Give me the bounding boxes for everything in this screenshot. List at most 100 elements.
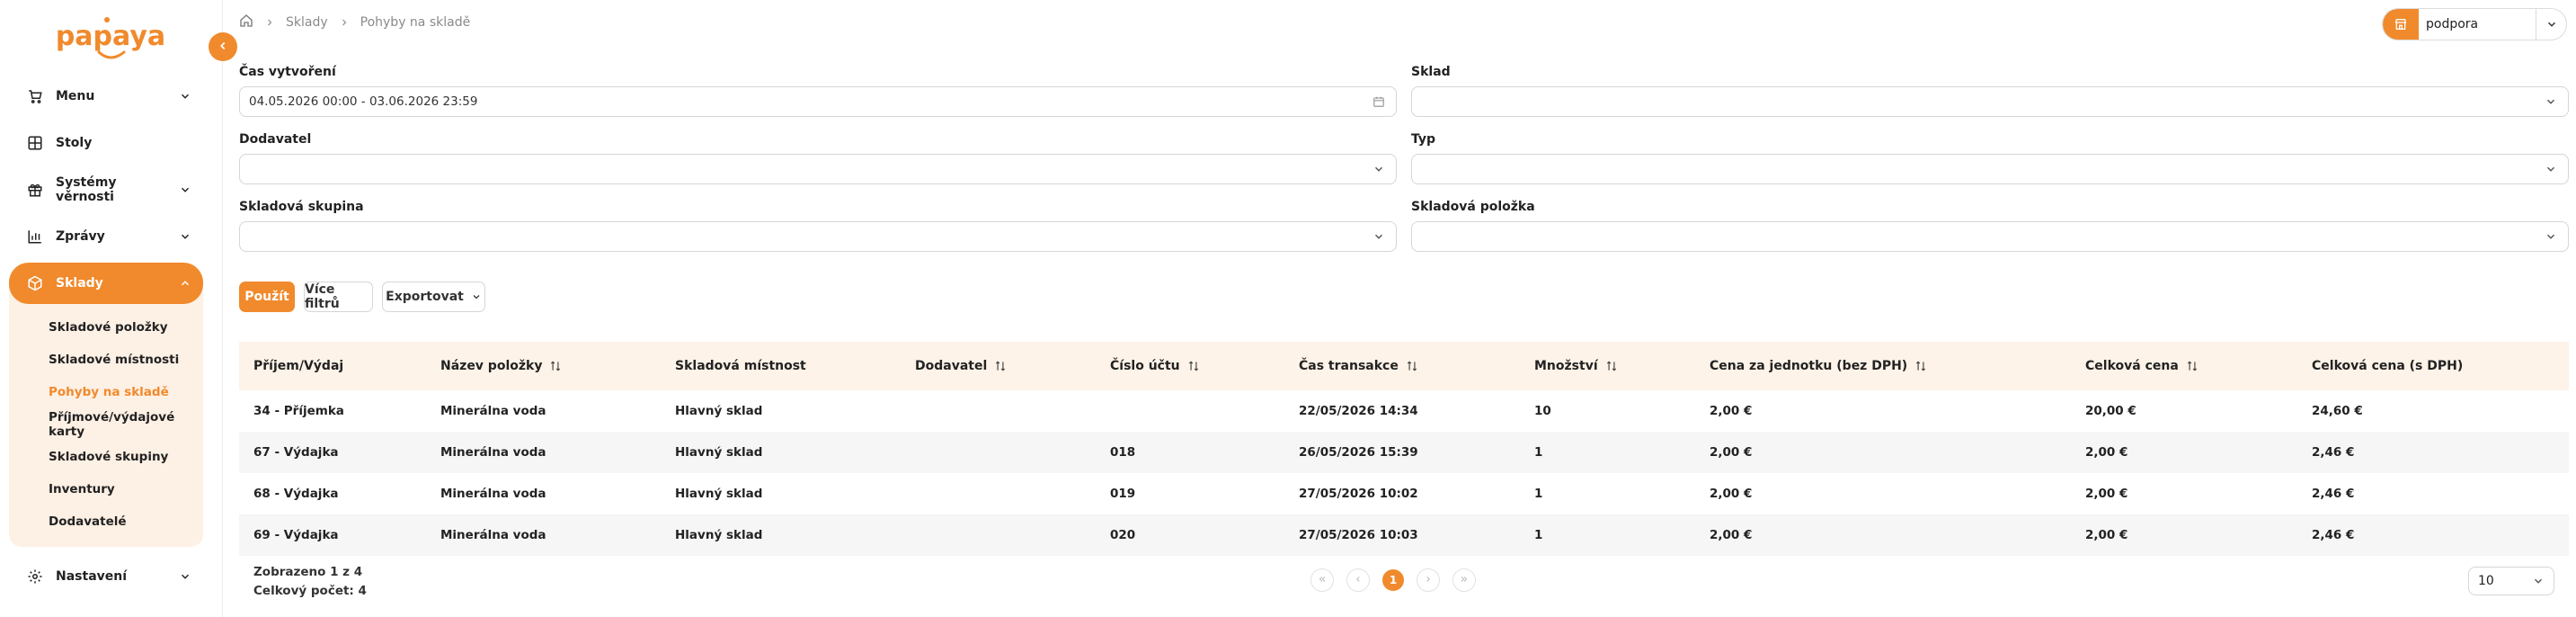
next-page-button[interactable] — [1417, 568, 1440, 592]
chevron-down-icon — [178, 229, 192, 244]
header-label: Skladová místnost — [675, 359, 806, 373]
chevron-left-icon — [217, 39, 229, 56]
cell-type: 34 - Příjemka — [253, 404, 344, 418]
sort-icon[interactable] — [2186, 360, 2198, 372]
more-filters-button[interactable]: Více filtrů — [304, 282, 373, 312]
header-col-bill-number[interactable]: Číslo účtu — [1096, 359, 1284, 373]
sort-icon[interactable] — [1406, 360, 1418, 372]
header-label: Příjem/Výdaj — [253, 359, 344, 373]
submenu-item-skladove-mistnosti[interactable]: Skladové místnosti — [9, 344, 203, 376]
stock-item-label: Skladová položka — [1411, 200, 1535, 214]
sidebar-item-label: Stoly — [56, 136, 93, 150]
chevron-down-icon — [178, 89, 192, 103]
header-col-supplier[interactable]: Dodavatel — [901, 359, 1096, 373]
submenu-item-skladove-polozky[interactable]: Skladové položky — [9, 311, 203, 344]
submenu-item-dodavatele[interactable]: Dodavatelé — [9, 505, 203, 538]
sidebar-item-reports[interactable]: Zprávy — [9, 216, 203, 257]
papaya-logo[interactable]: papaya — [52, 13, 169, 67]
cell-transaction-time: 26/05/2026 15:39 — [1299, 445, 1418, 460]
cell-quantity: 1 — [1534, 445, 1543, 460]
cell-bill-number: 019 — [1110, 487, 1136, 501]
header-col-total-price[interactable]: Celková cena — [2071, 359, 2297, 373]
cell-total-price-vat: 2,46 € — [2312, 445, 2355, 460]
header-col-transaction-time[interactable]: Čas transakce — [1284, 359, 1520, 373]
sort-icon[interactable] — [1914, 360, 1927, 372]
supplier-select[interactable] — [239, 154, 1397, 184]
header-label: Množství — [1534, 359, 1598, 373]
page-size-value: 10 — [2478, 574, 2494, 588]
submenu-item-skladove-skupiny[interactable]: Skladové skupiny — [9, 441, 203, 473]
cell-quantity: 1 — [1534, 487, 1543, 501]
header-label: Název položky — [440, 359, 543, 373]
table-row[interactable]: 68 - Výdajka Minerálna voda Hlavný sklad 01… — [239, 473, 2569, 514]
first-page-button[interactable] — [1310, 568, 1334, 592]
table-row[interactable]: 34 - Příjemka Minerálna voda Hlavný sklad 2… — [239, 390, 2569, 432]
gift-icon — [25, 180, 45, 200]
submenu-item-prijmove-vydajove-karty[interactable]: Příjmové/výdajové karty — [9, 408, 203, 441]
stock-item-select[interactable] — [1411, 221, 2569, 252]
supplier-label: Dodavatel — [239, 132, 312, 147]
page-size-select[interactable]: 10 — [2468, 567, 2554, 595]
stock-movements-table: Příjem/Výdaj Název položky Skladová místno… — [239, 342, 2569, 556]
table-row[interactable]: 67 - Výdajka Minerálna voda Hlavný sklad 01… — [239, 432, 2569, 473]
chevrons-right-icon — [1460, 574, 1469, 586]
breadcrumb-sklady[interactable]: Sklady — [286, 15, 328, 30]
collapse-sidebar-button[interactable] — [209, 32, 237, 61]
sidebar-item-sklady[interactable]: Sklady — [9, 263, 203, 304]
table-row[interactable]: 69 - Výdajka Minerálna voda Hlavný sklad 02… — [239, 514, 2569, 556]
sidebar-item-loyalty[interactable]: Systémy věrnosti — [9, 169, 203, 210]
sort-icon[interactable] — [994, 360, 1007, 372]
created-time-value: 04.05.2026 00:00 - 03.06.2026 23:59 — [249, 94, 478, 109]
submenu-item-inventury[interactable]: Inventury — [9, 473, 203, 505]
table-body: 34 - Příjemka Minerálna voda Hlavný sklad 2… — [239, 390, 2569, 556]
store-icon — [2383, 9, 2419, 40]
sort-icon[interactable] — [549, 360, 562, 372]
gear-icon — [25, 567, 45, 586]
header-col-quantity[interactable]: Množství — [1520, 359, 1695, 373]
sort-icon[interactable] — [1605, 360, 1618, 372]
cell-item-name: Minerálna voda — [440, 528, 546, 542]
apply-button[interactable]: Použít — [239, 282, 295, 312]
calendar-icon[interactable] — [1371, 94, 1387, 110]
home-icon[interactable] — [239, 13, 253, 31]
account-selector[interactable]: podpora — [2382, 8, 2567, 40]
svg-text:papaya: papaya — [56, 21, 165, 52]
chevron-down-icon[interactable] — [2536, 9, 2566, 40]
cell-total-price-vat: 2,46 € — [2312, 528, 2355, 542]
warehouse-select[interactable] — [1411, 86, 2569, 117]
sidebar-item-menu[interactable]: Menu — [9, 76, 203, 117]
header-label: Celková cena (s DPH) — [2312, 359, 2464, 373]
pagination: 1 — [1310, 568, 1488, 592]
header-col-item-name[interactable]: Název položky — [426, 359, 661, 373]
cell-bill-number: 020 — [1110, 528, 1136, 542]
submenu-item-pohyby-na-sklade[interactable]: Pohyby na skladě — [9, 376, 203, 408]
sklady-submenu: Skladové položky Skladové místnosti Pohy… — [9, 284, 203, 547]
chevron-left-icon — [1354, 574, 1363, 586]
current-page-button[interactable]: 1 — [1382, 569, 1404, 591]
chevron-down-icon — [1371, 161, 1387, 177]
cell-total-price-vat: 24,60 € — [2312, 404, 2363, 418]
header-label: Celková cena — [2085, 359, 2179, 373]
sidebar-item-stoly[interactable]: Stoly — [9, 122, 203, 164]
prev-page-button[interactable] — [1346, 568, 1370, 592]
created-time-field[interactable]: 04.05.2026 00:00 - 03.06.2026 23:59 — [239, 86, 1397, 117]
export-button[interactable]: Exportovat — [382, 282, 485, 312]
cell-transaction-time: 27/05/2026 10:02 — [1299, 487, 1418, 501]
sort-icon[interactable] — [1187, 360, 1200, 372]
sidebar-item-label: Systémy věrnosti — [56, 175, 117, 204]
type-select[interactable] — [1411, 154, 2569, 184]
chevron-down-icon — [178, 569, 192, 584]
sidebar-item-settings[interactable]: Nastavení — [9, 556, 203, 597]
cell-quantity: 10 — [1534, 404, 1551, 418]
cell-transaction-time: 22/05/2026 14:34 — [1299, 404, 1418, 418]
sidebar: papaya Menu Stoly Systémy věrnosti Zpráv… — [0, 0, 223, 617]
chevron-right-icon — [264, 17, 275, 28]
stock-group-select[interactable] — [239, 221, 1397, 252]
cell-storage-room: Hlavný sklad — [675, 445, 763, 460]
header-label: Dodavatel — [915, 359, 988, 373]
chevron-down-icon — [2543, 161, 2559, 177]
bar-chart-icon — [25, 227, 45, 246]
header-col-unit-price[interactable]: Cena za jednotku (bez DPH) — [1695, 359, 2071, 373]
last-page-button[interactable] — [1452, 568, 1476, 592]
cell-transaction-time: 27/05/2026 10:03 — [1299, 528, 1418, 542]
